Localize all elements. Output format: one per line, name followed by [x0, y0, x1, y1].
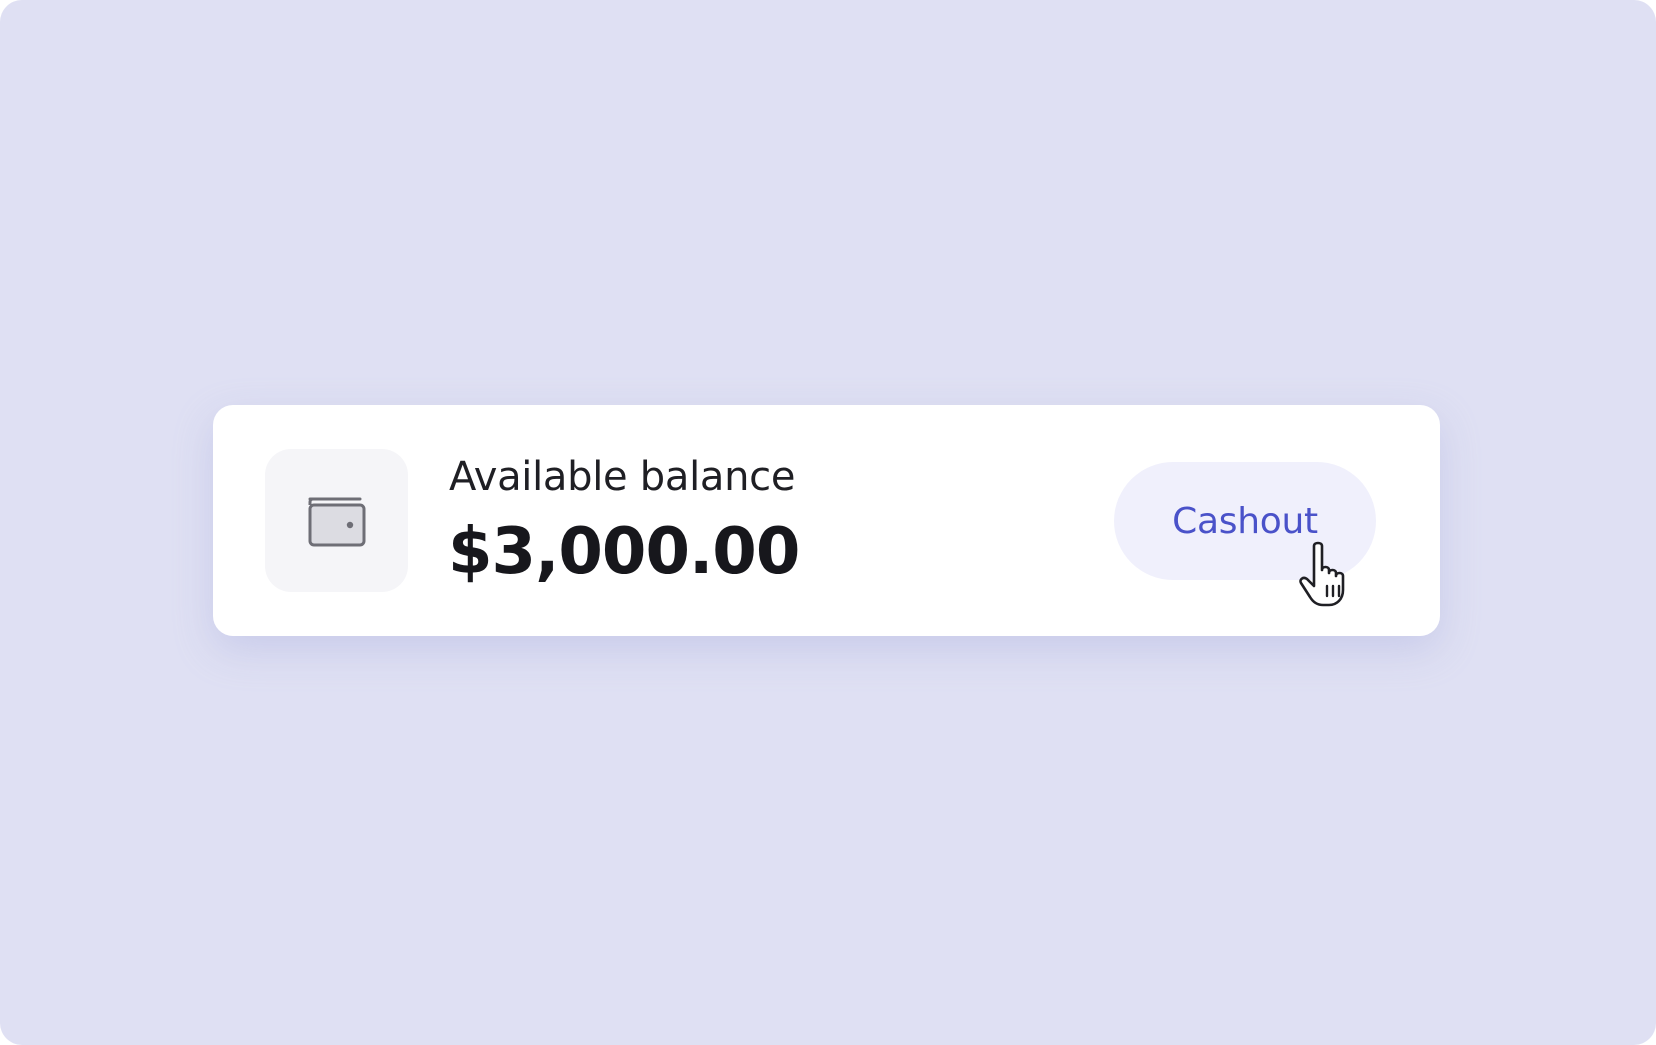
balance-amount: $3,000.00	[448, 515, 800, 589]
balance-card: Available balance $3,000.00 Cashout	[213, 405, 1440, 636]
wallet-icon	[306, 493, 368, 549]
page-background: Available balance $3,000.00 Cashout	[0, 0, 1656, 1045]
cashout-button[interactable]: Cashout	[1114, 462, 1376, 580]
wallet-icon-tile	[265, 449, 408, 592]
balance-label: Available balance	[449, 454, 796, 500]
